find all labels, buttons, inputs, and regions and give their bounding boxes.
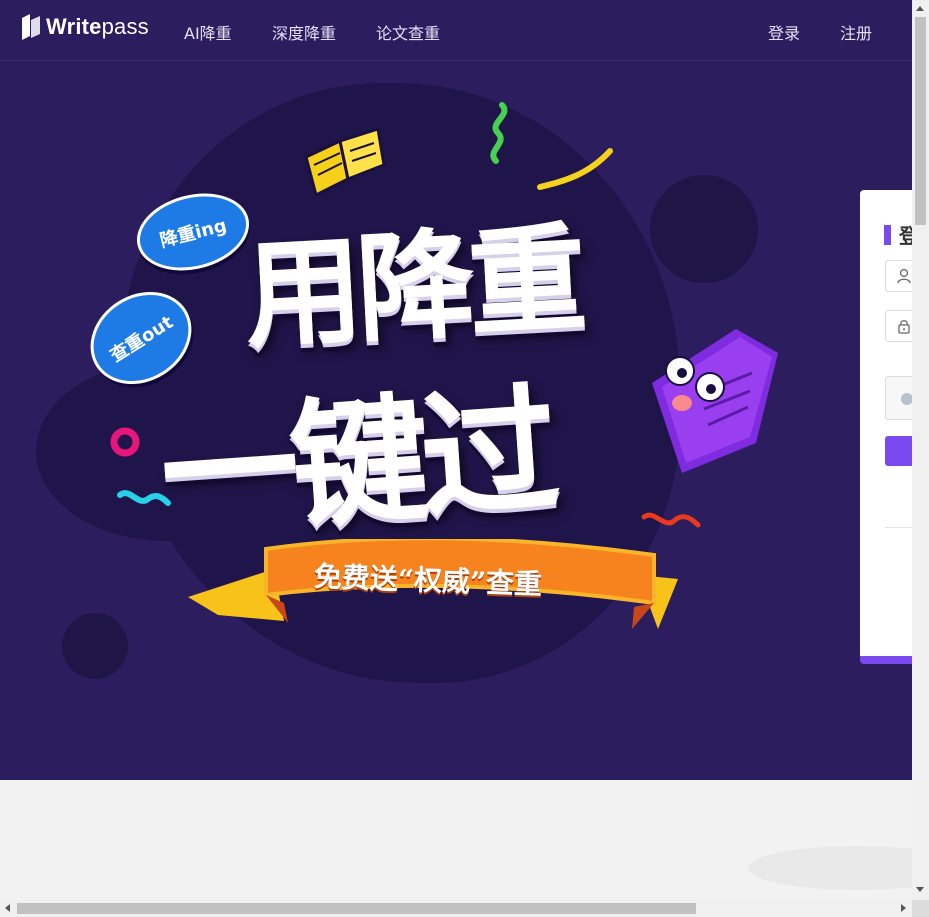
scroll-right-icon[interactable]: [901, 904, 906, 912]
login-card: 登: [860, 190, 912, 664]
decor-ring-pink: [110, 427, 140, 457]
login-card-title-text: 登: [899, 224, 912, 248]
scrollbar-corner: [912, 900, 929, 917]
top-navbar: Writepass AI降重 深度降重 论文查重 登录 注册: [0, 0, 912, 61]
brand-logo[interactable]: Writepass: [20, 14, 149, 40]
horizontal-scrollbar[interactable]: [0, 900, 912, 917]
horizontal-scroll-thumb[interactable]: [17, 903, 696, 914]
title-accent-bar: [884, 224, 891, 245]
decor-circle-small: [62, 613, 128, 679]
captcha-dot-icon: [901, 393, 912, 405]
nav-deep-reduce[interactable]: 深度降重: [272, 20, 336, 44]
user-icon: [897, 268, 911, 284]
writepass-logo-icon: [22, 14, 40, 40]
password-field[interactable]: [885, 310, 912, 342]
register-link[interactable]: 注册: [840, 20, 872, 44]
scroll-down-icon[interactable]: [916, 887, 924, 892]
scroll-left-icon[interactable]: [5, 904, 10, 912]
login-link[interactable]: 登录: [768, 20, 800, 44]
decor-circle: [650, 175, 758, 283]
book-icon: [304, 127, 386, 198]
brand-name-bold: Write: [46, 14, 102, 39]
login-card-title: 登: [884, 220, 912, 249]
hero-title-line2: 一键过: [155, 369, 557, 558]
vertical-scrollbar[interactable]: [912, 0, 929, 900]
captcha-slider[interactable]: [885, 376, 912, 420]
vertical-scroll-thumb[interactable]: [915, 17, 926, 225]
paper-mascot-icon: [652, 329, 778, 473]
username-field[interactable]: [885, 260, 912, 292]
page: Writepass AI降重 深度降重 论文查重 登录 注册 降重ing 查重o…: [0, 0, 912, 900]
decor-squiggle-green: [490, 102, 508, 164]
card-divider: [885, 527, 912, 528]
nav-ai-reduce[interactable]: AI降重: [184, 20, 232, 44]
decor-wave-red: [641, 512, 701, 528]
scroll-up-icon[interactable]: [916, 6, 924, 11]
footer-decor-cloud: [748, 846, 912, 890]
bubble-check-text: 查重out: [106, 311, 177, 367]
bubble-reduce-text: 降重ing: [157, 215, 229, 252]
lock-icon: [898, 320, 910, 334]
login-submit-button[interactable]: [885, 436, 912, 466]
brand-name-light: pass: [101, 14, 149, 39]
promo-ribbon: 免费送“权威”查重: [188, 539, 678, 679]
hero-banner: 降重ing 查重out 用降重 一键过 免费送“权威”查重: [0, 61, 912, 780]
nav-paper-check[interactable]: 论文查重: [376, 20, 440, 44]
